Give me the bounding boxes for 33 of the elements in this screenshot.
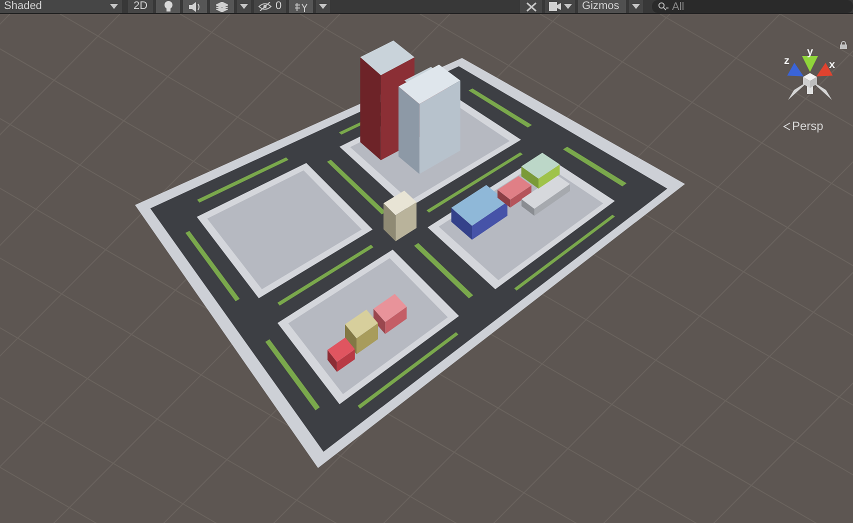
caret-icon (632, 4, 640, 9)
lighting-toggle[interactable] (156, 0, 180, 13)
search-icon (658, 2, 669, 11)
shading-mode-dropdown[interactable]: Shaded (0, 0, 122, 13)
audio-toggle[interactable] (183, 0, 207, 13)
speaker-icon (189, 2, 201, 12)
tools-button[interactable] (520, 0, 542, 13)
caret-icon (110, 4, 118, 9)
layers-icon (216, 2, 228, 12)
effects-dropdown[interactable] (237, 0, 251, 13)
grid-dropdown[interactable] (316, 0, 330, 13)
gizmos-dropdown[interactable] (629, 0, 643, 13)
grid-toggle[interactable] (289, 0, 313, 13)
caret-icon (240, 4, 248, 9)
lock-icon[interactable] (840, 41, 847, 49)
axis-label: x (829, 59, 836, 71)
caret-icon (319, 4, 327, 9)
crossed-tools-icon (526, 2, 536, 12)
crossed-eye-icon (258, 2, 272, 11)
2d-mode-button[interactable]: 2D (128, 0, 153, 13)
effects-toggle[interactable] (210, 0, 234, 13)
grid-axis-icon (294, 2, 308, 12)
camera-icon (548, 2, 560, 11)
chevron-icon (783, 122, 791, 131)
axis-label: y (807, 46, 814, 58)
hidden-objects-toggle[interactable]: 0 (254, 0, 286, 13)
camera-dropdown[interactable] (545, 0, 575, 13)
axis-label: z (784, 55, 790, 67)
light-bulb-icon (164, 1, 172, 12)
projection-toggle[interactable]: Persp (783, 120, 824, 133)
gizmos-button[interactable]: Gizmos (578, 0, 626, 13)
search-field[interactable]: All (652, 0, 853, 13)
caret-icon (564, 4, 572, 9)
